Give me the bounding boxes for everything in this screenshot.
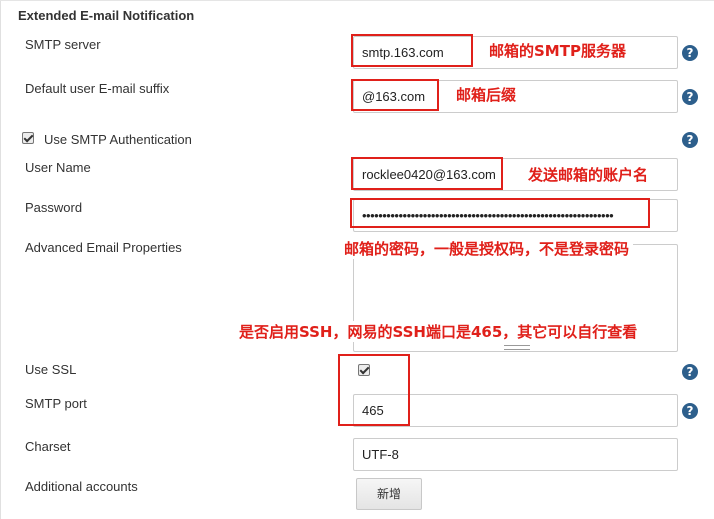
- help-icon-smtp-port[interactable]: ?: [682, 403, 698, 419]
- help-icon-use-ssl[interactable]: ?: [682, 364, 698, 380]
- annotation-box-user-name: [351, 157, 503, 190]
- smtp-port-label: SMTP port: [25, 396, 87, 411]
- annotation-account: 发送邮箱的账户名: [524, 164, 653, 185]
- default-suffix-label: Default user E-mail suffix: [25, 81, 170, 96]
- annotation-suffix: 邮箱后缀: [452, 84, 521, 105]
- advanced-props-label: Advanced Email Properties: [25, 240, 182, 255]
- left-border: [0, 0, 1, 519]
- textarea-resize-grip[interactable]: [504, 345, 530, 350]
- help-icon-smtp-auth[interactable]: ?: [682, 132, 698, 148]
- password-label: Password: [25, 200, 83, 215]
- annotation-box-ssl-port: [338, 354, 410, 426]
- annotation-box-smtp-server: [351, 34, 473, 67]
- smtp-server-label: SMTP server: [25, 37, 101, 52]
- add-account-button[interactable]: 新增: [356, 478, 422, 510]
- charset-input[interactable]: UTF-8: [353, 438, 678, 471]
- help-icon-smtp-server[interactable]: ?: [682, 45, 698, 61]
- additional-accounts-label: Additional accounts: [25, 479, 138, 494]
- annotation-password: 邮箱的密码，一般是授权码，不是登录密码: [340, 238, 634, 259]
- charset-label: Charset: [25, 439, 71, 454]
- help-icon-default-suffix[interactable]: ?: [682, 89, 698, 105]
- top-divider: [0, 0, 714, 1]
- section-title: Extended E-mail Notification: [18, 8, 195, 23]
- use-ssl-label: Use SSL: [25, 362, 77, 377]
- annotation-box-password: [350, 198, 650, 228]
- use-smtp-auth-label: Use SMTP Authentication: [44, 132, 192, 147]
- annotation-ssl: 是否启用SSH，网易的SSH端口是465，其它可以自行查看: [235, 321, 642, 342]
- annotation-smtp-server: 邮箱的SMTP服务器: [485, 40, 630, 61]
- annotation-box-suffix: [351, 79, 439, 111]
- user-name-label: User Name: [25, 160, 91, 175]
- use-smtp-auth-checkbox[interactable]: [22, 132, 34, 144]
